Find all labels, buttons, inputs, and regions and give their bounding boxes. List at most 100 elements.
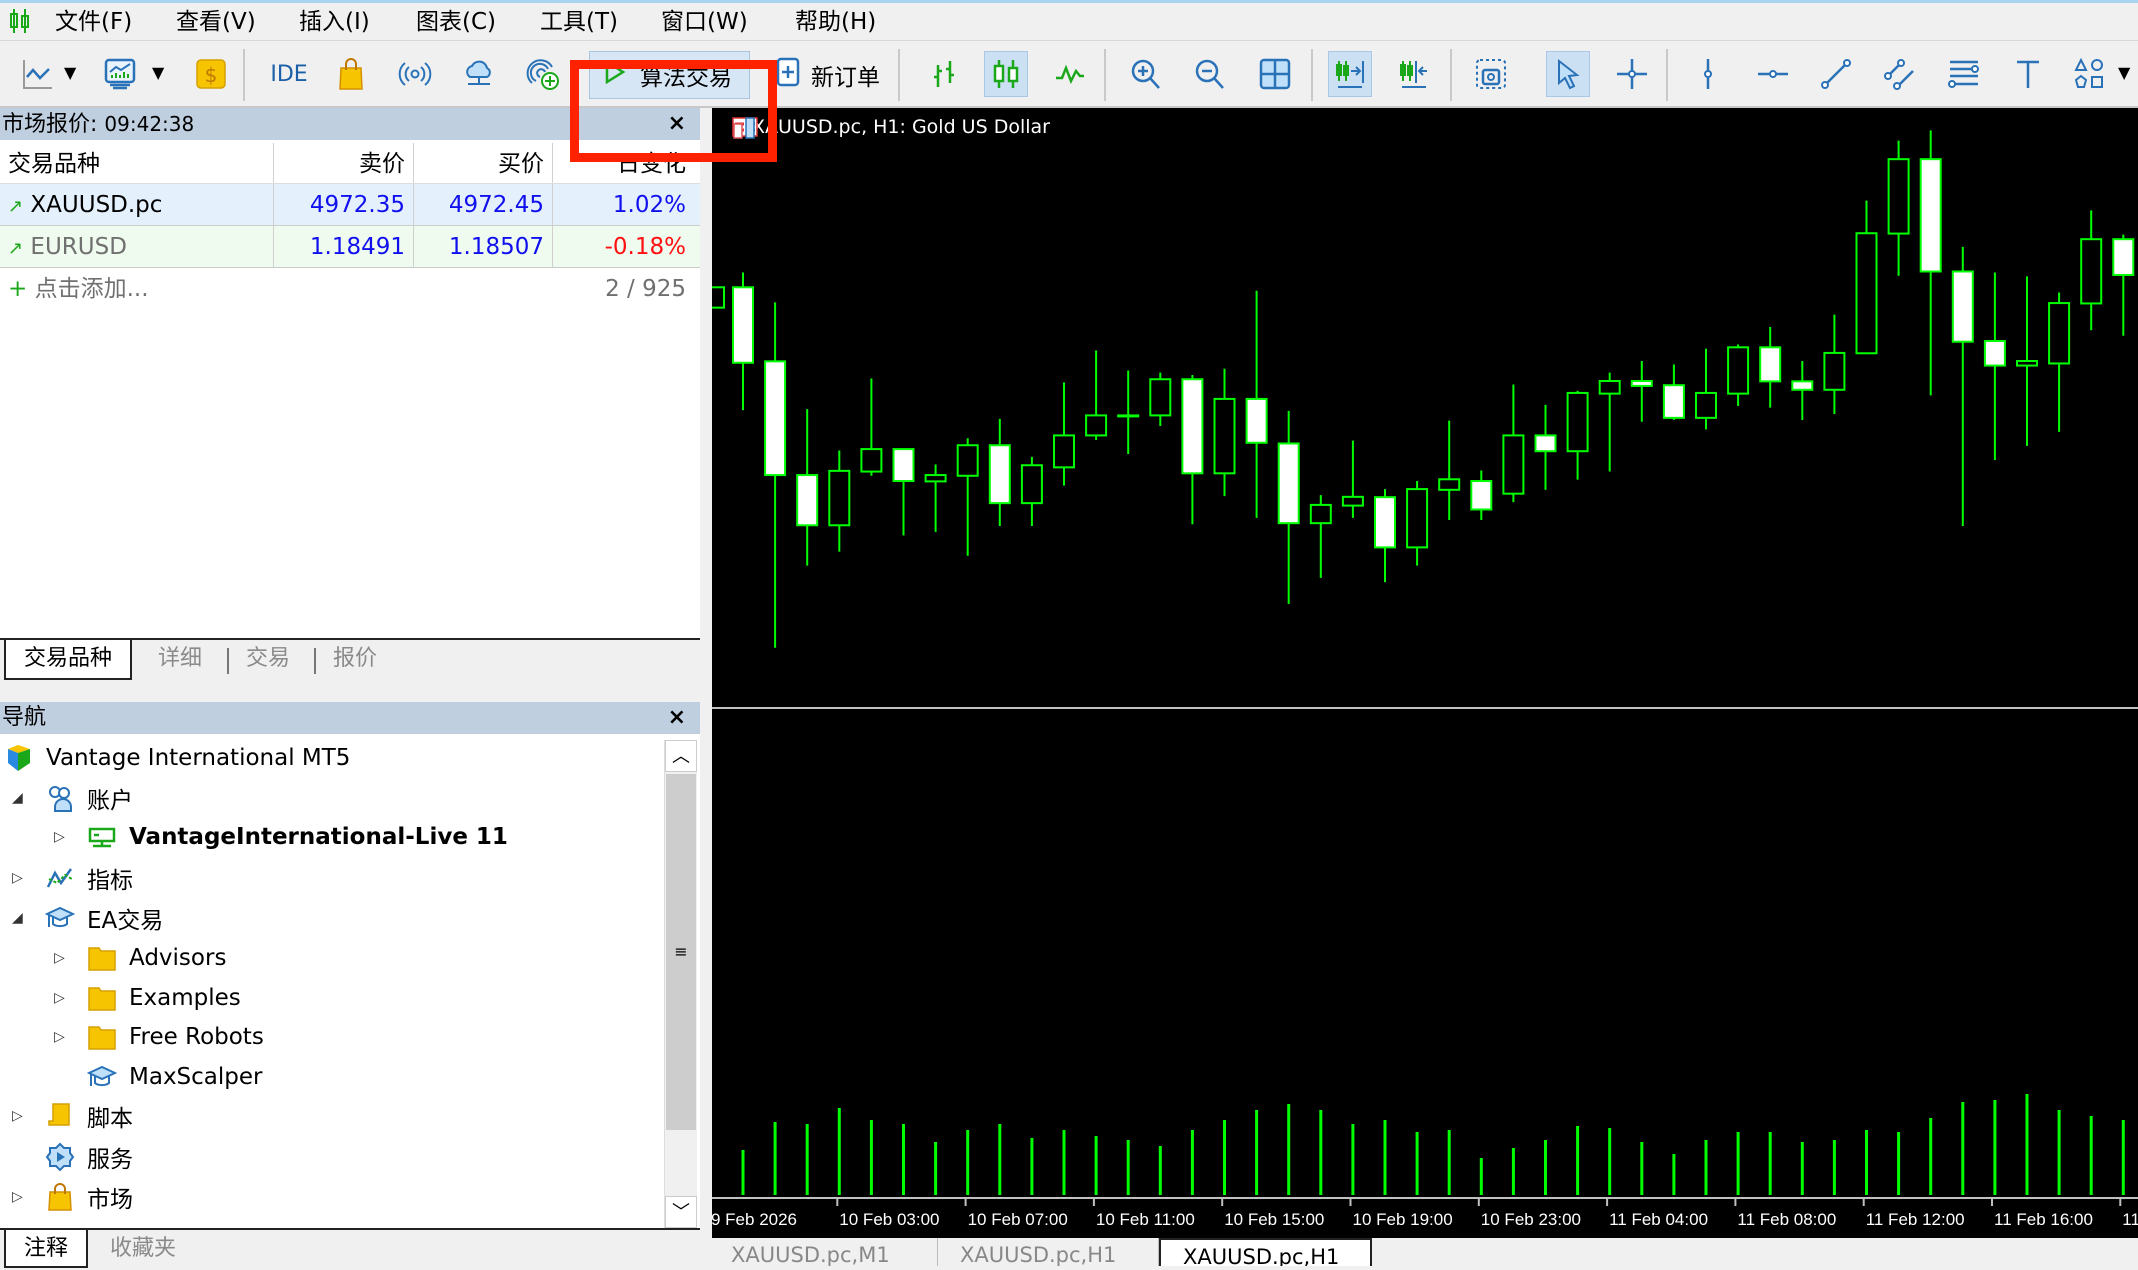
- navigator-header: 导航 ×: [0, 702, 700, 734]
- channel-icon[interactable]: [1878, 51, 1922, 97]
- tree-item-accounts[interactable]: 账户: [45, 778, 133, 818]
- tree-item-market[interactable]: 市场: [45, 1177, 133, 1217]
- menu-view[interactable]: 查看(V): [176, 7, 256, 37]
- bull-candle: [956, 444, 979, 477]
- bull-candle: [1020, 464, 1043, 505]
- ide-button[interactable]: IDE: [264, 51, 314, 97]
- cursor-icon[interactable]: [1546, 51, 1590, 97]
- expand-icon[interactable]: ▷: [12, 1189, 23, 1205]
- toolbar: ▼ ▼ $ IDE 算法交易 新订单 ▼: [0, 40, 2138, 162]
- tree-item-free-robots[interactable]: Free Robots: [87, 1017, 264, 1057]
- autoscroll-icon[interactable]: [1328, 51, 1372, 97]
- tile-windows-icon[interactable]: [1253, 51, 1297, 97]
- bull-candle: [1502, 434, 1525, 495]
- symbol-name: XAUUSD.pc: [30, 192, 163, 218]
- add-symbol-row[interactable]: + 点击添加... 2 / 925: [0, 268, 700, 310]
- tab-details[interactable]: 详细: [140, 640, 220, 680]
- text-icon[interactable]: [2006, 51, 2050, 97]
- time-axis-label: 10 Feb 03:00: [839, 1210, 939, 1229]
- expand-icon[interactable]: ▷: [54, 1029, 65, 1045]
- zoom-out-icon[interactable]: [1188, 51, 1232, 97]
- bear-candle: [1951, 270, 1974, 343]
- chart-type-dropdown-icon[interactable]: ▼: [64, 63, 76, 82]
- tab-ticks[interactable]: 报价: [315, 640, 395, 680]
- close-icon[interactable]: ×: [668, 702, 686, 734]
- tree-item-live-account[interactable]: VantageInternational-Live 11: [87, 817, 508, 857]
- chart-tab-xauusd-m1[interactable]: XAUUSD.pc,M1: [709, 1238, 938, 1266]
- candlestick-icon[interactable]: [984, 51, 1028, 97]
- expand-icon[interactable]: ▷: [54, 950, 65, 966]
- menu-tools[interactable]: 工具(T): [540, 7, 618, 37]
- table-row[interactable]: ↗ EURUSD 1.18491 1.18507 -0.18%: [0, 226, 700, 268]
- tree-item-advisors[interactable]: Advisors: [87, 938, 226, 978]
- chart-template-icon[interactable]: [98, 51, 142, 97]
- panel-splitter[interactable]: [700, 108, 712, 1266]
- expand-icon[interactable]: ▷: [12, 1108, 23, 1124]
- zoom-in-icon[interactable]: [1124, 51, 1168, 97]
- tree-item-scripts[interactable]: 脚本: [45, 1096, 133, 1136]
- chart-shift-icon[interactable]: [1392, 51, 1436, 97]
- expand-icon[interactable]: ▷: [12, 870, 23, 886]
- market-watch-title: 市场报价:: [2, 112, 98, 137]
- market-watch-time: 09:42:38: [104, 112, 195, 136]
- bear-candle: [1245, 397, 1268, 444]
- expand-icon[interactable]: ▷: [54, 829, 65, 845]
- tab-common[interactable]: 注释: [4, 1230, 89, 1268]
- shapes-dropdown-icon[interactable]: ▼: [2118, 63, 2130, 82]
- shapes-icon[interactable]: [2067, 51, 2111, 97]
- bar-chart-icon[interactable]: [922, 51, 966, 97]
- fibonacci-icon[interactable]: [1942, 51, 1986, 97]
- vps-cloud-icon[interactable]: [457, 51, 501, 97]
- tree-item-indicators[interactable]: 指标: [45, 858, 133, 898]
- chart-tab-xauusd-h1[interactable]: XAUUSD.pc,H1: [938, 1238, 1159, 1266]
- col-symbol[interactable]: 交易品种: [0, 143, 273, 183]
- tree-item-maxscalper[interactable]: MaxScalper: [87, 1057, 263, 1097]
- menu-charts[interactable]: 图表(C): [416, 7, 496, 37]
- tab-trading[interactable]: 交易: [228, 640, 308, 680]
- navigator-scrollbar[interactable]: ︿ ≡ ﹀: [664, 740, 697, 1228]
- new-order-button[interactable]: 新订单: [775, 51, 880, 99]
- time-axis-label: 11 Feb 12:00: [1866, 1210, 1965, 1229]
- horizontal-line-icon[interactable]: [1751, 51, 1795, 97]
- table-row[interactable]: ↗ XAUUSD.pc 4972.35 4972.45 1.02%: [0, 184, 700, 226]
- tree-item-services[interactable]: 服务: [45, 1137, 133, 1177]
- menu-window[interactable]: 窗口(W): [661, 7, 748, 37]
- menu-help[interactable]: 帮助(H): [795, 7, 876, 37]
- tree-root[interactable]: Vantage International MT5: [4, 738, 350, 778]
- menu-insert[interactable]: 插入(I): [299, 7, 370, 37]
- market-bag-icon[interactable]: [329, 51, 373, 97]
- arrow-up-icon: ↗: [8, 238, 24, 259]
- vertical-line-icon[interactable]: [1686, 51, 1730, 97]
- col-ask[interactable]: 买价: [413, 143, 552, 183]
- menu-file[interactable]: 文件(F): [55, 7, 132, 37]
- trendline-icon[interactable]: [1814, 51, 1858, 97]
- server-icon: [87, 822, 117, 852]
- line-icon[interactable]: [1048, 51, 1092, 97]
- graduation-cap-icon: [87, 1062, 117, 1092]
- signals-icon[interactable]: [393, 51, 437, 97]
- tab-symbols[interactable]: 交易品种: [4, 640, 133, 680]
- tree-item-expert-advisors[interactable]: EA交易: [45, 898, 163, 938]
- bull-candle: [2080, 238, 2103, 305]
- collapse-icon[interactable]: ◢: [12, 790, 23, 806]
- crosshair-icon[interactable]: [1610, 51, 1654, 97]
- collapse-icon[interactable]: ◢: [12, 910, 23, 926]
- add-account-icon[interactable]: [521, 51, 565, 97]
- time-axis-label: 9 Feb 2026: [712, 1210, 797, 1229]
- chart-tabs: XAUUSD.pc,M1 XAUUSD.pc,H1 XAUUSD.pc,H1: [700, 1238, 2138, 1266]
- tab-favorites[interactable]: 收藏夹: [92, 1230, 194, 1270]
- bear-candle: [892, 448, 915, 483]
- chart-window[interactable]: 9 Feb 2026 10 Feb 03:00 10 Feb 07:00 10 Feb…: [712, 108, 2138, 1238]
- tree-item-examples[interactable]: Examples: [87, 978, 241, 1018]
- scroll-down-icon[interactable]: ﹀: [665, 1196, 697, 1228]
- expand-icon[interactable]: ▷: [54, 990, 65, 1006]
- scroll-up-icon[interactable]: ︿: [665, 740, 697, 772]
- bear-candle: [796, 474, 819, 527]
- screenshot-icon[interactable]: [1469, 51, 1513, 97]
- line-chart-icon[interactable]: [16, 51, 60, 97]
- scroll-thumb[interactable]: ≡: [666, 774, 696, 1130]
- template-dropdown-icon[interactable]: ▼: [152, 63, 164, 82]
- chart-tab-xauusd-h1-active[interactable]: XAUUSD.pc,H1: [1159, 1238, 1372, 1266]
- col-bid[interactable]: 卖价: [273, 143, 413, 183]
- dollar-icon[interactable]: $: [189, 51, 233, 97]
